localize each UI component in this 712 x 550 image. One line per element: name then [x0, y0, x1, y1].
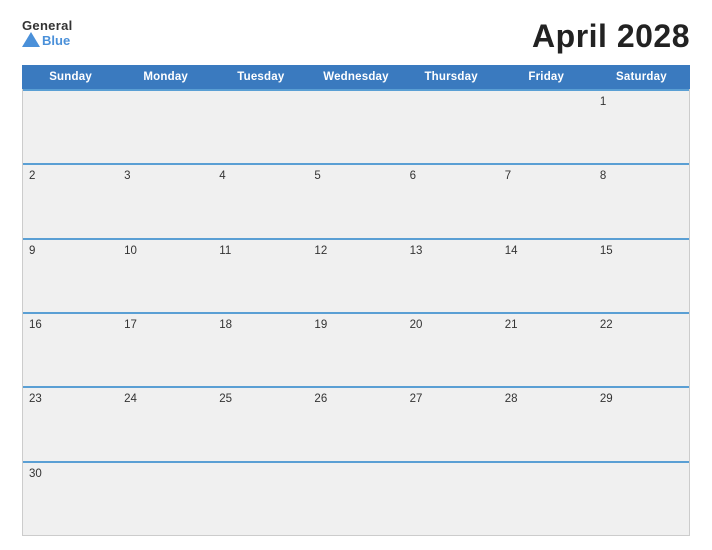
cal-cell-w4-sat: 22 — [594, 314, 689, 386]
cal-cell-w2-mon: 3 — [118, 165, 213, 237]
logo-general-text: General — [22, 18, 73, 33]
cal-cell-w3-fri: 14 — [499, 240, 594, 312]
cal-cell-w4-wed: 19 — [308, 314, 403, 386]
cal-cell-w5-fri: 28 — [499, 388, 594, 460]
cal-cell-w5-thu: 27 — [404, 388, 499, 460]
cal-cell-w1-mon — [118, 91, 213, 163]
week-row-2: 2 3 4 5 6 7 8 — [23, 163, 689, 237]
cal-cell-w2-thu: 6 — [404, 165, 499, 237]
logo-triangle-icon — [22, 32, 40, 47]
cal-cell-w3-sat: 15 — [594, 240, 689, 312]
cal-cell-w6-sat — [594, 463, 689, 535]
cal-cell-w2-tue: 4 — [213, 165, 308, 237]
cal-cell-w5-sun: 23 — [23, 388, 118, 460]
cal-cell-w2-wed: 5 — [308, 165, 403, 237]
cal-cell-w3-sun: 9 — [23, 240, 118, 312]
header-sunday: Sunday — [23, 66, 118, 88]
cal-cell-w3-wed: 12 — [308, 240, 403, 312]
cal-cell-w6-thu — [404, 463, 499, 535]
cal-cell-w5-sat: 29 — [594, 388, 689, 460]
cal-cell-w6-mon — [118, 463, 213, 535]
cal-cell-w3-mon: 10 — [118, 240, 213, 312]
header-saturday: Saturday — [594, 66, 689, 88]
logo-blue-row: Blue — [22, 33, 70, 48]
cal-cell-w5-tue: 25 — [213, 388, 308, 460]
cal-cell-w5-mon: 24 — [118, 388, 213, 460]
week-row-3: 9 10 11 12 13 14 15 — [23, 238, 689, 312]
cal-cell-w4-sun: 16 — [23, 314, 118, 386]
header: General Blue April 2028 — [22, 18, 690, 55]
cal-cell-w6-tue — [213, 463, 308, 535]
logo: General Blue — [22, 18, 73, 48]
header-tuesday: Tuesday — [213, 66, 308, 88]
header-wednesday: Wednesday — [308, 66, 403, 88]
cal-cell-w1-fri — [499, 91, 594, 163]
cal-cell-w3-tue: 11 — [213, 240, 308, 312]
cal-cell-w4-mon: 17 — [118, 314, 213, 386]
page: General Blue April 2028 Sunday Monday Tu… — [0, 0, 712, 550]
cal-cell-w4-tue: 18 — [213, 314, 308, 386]
cal-cell-w6-wed — [308, 463, 403, 535]
header-monday: Monday — [118, 66, 213, 88]
week-row-6: 30 — [23, 461, 689, 535]
week-row-1: 1 — [23, 89, 689, 163]
calendar-title: April 2028 — [532, 18, 690, 55]
week-row-4: 16 17 18 19 20 21 22 — [23, 312, 689, 386]
week-row-5: 23 24 25 26 27 28 29 — [23, 386, 689, 460]
logo-blue-text: Blue — [42, 33, 70, 48]
header-friday: Friday — [499, 66, 594, 88]
calendar-header-row: Sunday Monday Tuesday Wednesday Thursday… — [22, 65, 690, 89]
cal-cell-w2-fri: 7 — [499, 165, 594, 237]
cal-cell-w3-thu: 13 — [404, 240, 499, 312]
cal-cell-w2-sun: 2 — [23, 165, 118, 237]
cal-cell-w1-thu — [404, 91, 499, 163]
cal-cell-w1-tue — [213, 91, 308, 163]
cal-cell-w2-sat: 8 — [594, 165, 689, 237]
cal-cell-w1-sat: 1 — [594, 91, 689, 163]
cal-cell-w1-sun — [23, 91, 118, 163]
cal-cell-w4-thu: 20 — [404, 314, 499, 386]
cal-cell-w6-fri — [499, 463, 594, 535]
cal-cell-w6-sun: 30 — [23, 463, 118, 535]
cal-cell-w4-fri: 21 — [499, 314, 594, 386]
cal-cell-w5-wed: 26 — [308, 388, 403, 460]
cal-cell-w1-wed — [308, 91, 403, 163]
header-thursday: Thursday — [404, 66, 499, 88]
calendar: Sunday Monday Tuesday Wednesday Thursday… — [22, 65, 690, 536]
calendar-body: 1 2 3 4 5 6 7 8 9 10 11 12 13 14 15 — [22, 89, 690, 536]
